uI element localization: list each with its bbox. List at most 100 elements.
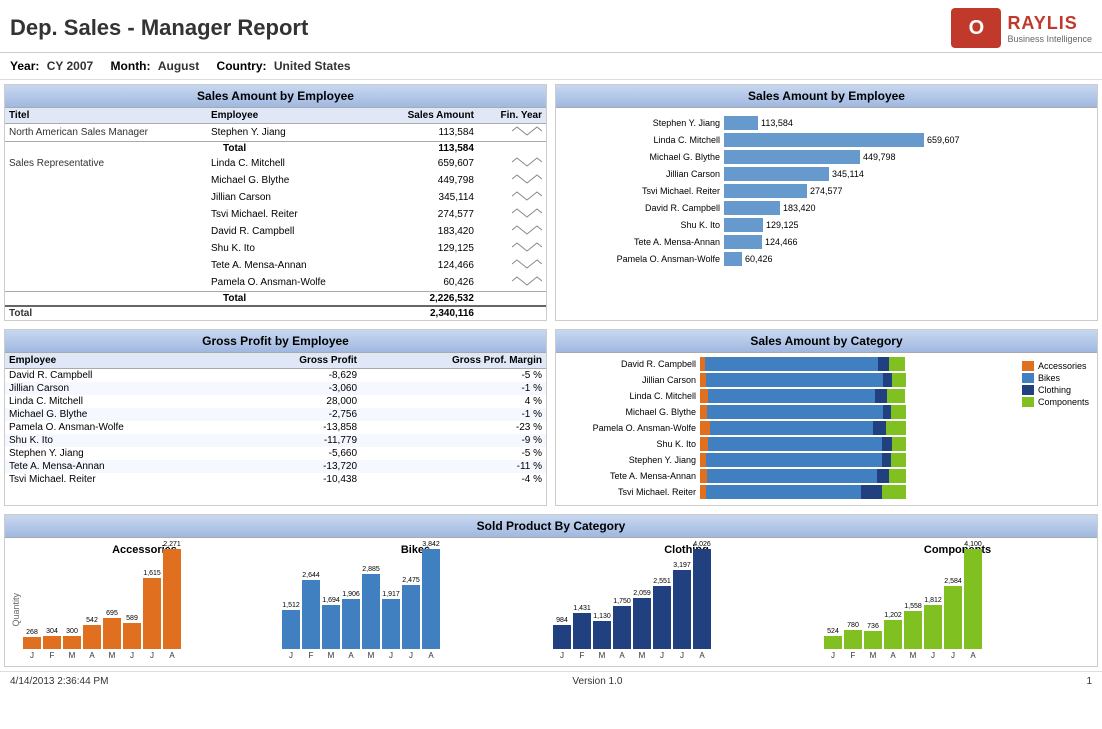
vert-bar-value: 2,584 (944, 578, 962, 585)
vert-bar-group: 2,475 J (402, 577, 420, 660)
cat-bar-row: Michael G. Blythe (560, 405, 1018, 419)
bar-label: Stephen Y. Jiang (564, 118, 724, 128)
cat-bar-label: Shu K. Ito (560, 439, 700, 449)
sold-by-category-section: Sold Product By Category Accessories Qua… (4, 514, 1098, 667)
legend-color (1022, 373, 1034, 383)
gp-cell-margin: -1 % (361, 408, 546, 421)
vert-bar-group: 736 M (864, 623, 882, 660)
vert-bar-value: 984 (556, 617, 568, 624)
vert-bar-label: A (699, 651, 704, 660)
gp-col-margin: Gross Prof. Margin (361, 353, 546, 369)
bar-chart-vert: 1,512 J 2,644 F 1,694 M 1,906 A (282, 560, 440, 660)
year-value: CY 2007 (47, 59, 93, 73)
cat-bar-row: David R. Campbell (560, 357, 1018, 371)
vert-bar-label: F (309, 651, 314, 660)
components-seg (892, 373, 906, 387)
vert-bar (573, 613, 591, 649)
bar-value: 113,584 (761, 118, 793, 128)
vert-bar-label: M (599, 651, 606, 660)
cell-titel (5, 223, 207, 240)
vert-bar-value: 3,842 (422, 541, 440, 548)
vert-bar-label: J (680, 651, 684, 660)
vert-bar-label: M (109, 651, 116, 660)
gp-cell-profit: -13,858 (237, 421, 361, 434)
legend-item: Accessories (1022, 361, 1089, 371)
vert-bar-label: A (169, 651, 174, 660)
vert-bar-label: J (289, 651, 293, 660)
vert-bar-label: J (150, 651, 154, 660)
vert-bar-label: A (619, 651, 624, 660)
vert-bar-label: J (560, 651, 564, 660)
vert-bar (904, 611, 922, 649)
sales-employee-chart-header: Sales Amount by Employee (556, 85, 1097, 108)
vert-bar-value: 1,202 (884, 612, 902, 619)
vert-bar (163, 549, 181, 649)
bar-container: 124,466 (724, 235, 1089, 249)
gp-cell-employee: Tsvi Michael. Reiter (5, 473, 237, 486)
components-seg (889, 469, 906, 483)
table-row: North American Sales Manager Stephen Y. … (5, 124, 546, 142)
vert-bar-group: 2,644 F (302, 572, 320, 660)
cell-titel: Sales Representative (5, 155, 207, 172)
table-row: Sales Representative Linda C. Mitchell 6… (5, 155, 546, 172)
legend-label: Bikes (1038, 373, 1060, 383)
cat-bar-label: Michael G. Blythe (560, 407, 700, 417)
sold-chart-title: Components (824, 544, 1091, 556)
table-row: Linda C. Mitchell 28,000 4 % (5, 395, 546, 408)
cell-wave (478, 292, 546, 307)
cat-bar-label: Pamela O. Ansman-Wolfe (560, 423, 700, 433)
gp-cell-profit: -3,060 (237, 382, 361, 395)
bikes-seg (706, 485, 861, 499)
cell-wave (478, 206, 546, 223)
vert-bar-label: J (30, 651, 34, 660)
cell-titel (5, 257, 207, 274)
vert-bar-group: 984 J (553, 617, 571, 660)
vert-bar-group: 780 F (844, 622, 862, 660)
vert-bar-label: F (580, 651, 585, 660)
cell-sales: 129,125 (376, 240, 478, 257)
gp-cell-employee: Michael G. Blythe (5, 408, 237, 421)
cell-sales: 659,607 (376, 155, 478, 172)
vert-bar-group: 1,906 A (342, 591, 360, 660)
cat-bar-label: David R. Campbell (560, 359, 700, 369)
vert-bar-group: 1,615 J (143, 570, 161, 660)
bar-chart-vert: 524 J 780 F 736 M 1,202 A (824, 560, 982, 660)
vert-bar (103, 618, 121, 649)
cell-sales: 274,577 (376, 206, 478, 223)
table-row: Michael G. Blythe -2,756 -1 % (5, 408, 546, 421)
vert-bar (633, 598, 651, 649)
cat-bar-row: Tete A. Mensa-Annan (560, 469, 1018, 483)
gross-profit-header: Gross Profit by Employee (5, 330, 546, 353)
cell-titel: Total (5, 306, 207, 320)
vert-bar (362, 574, 380, 649)
cell-wave (478, 155, 546, 172)
chart-with-yaxis: 524 J 780 F 736 M 1,202 A (824, 560, 1091, 660)
vert-bar (342, 599, 360, 649)
vert-bar (402, 585, 420, 649)
vert-bar-value: 4,100 (964, 541, 982, 548)
vert-bar-group: 3,842 A (422, 541, 440, 660)
accessories-seg (700, 405, 707, 419)
cell-employee: Pamela O. Ansman-Wolfe (207, 274, 376, 292)
cell-employee: Stephen Y. Jiang (207, 124, 376, 142)
legend-color (1022, 385, 1034, 395)
vert-bar-group: 1,512 J (282, 602, 300, 660)
vert-bar-value: 1,812 (924, 597, 942, 604)
bar-label: Tsvi Michael. Reiter (564, 186, 724, 196)
bar-chart-vert: 984 J 1,431 F 1,130 M 1,750 A (553, 560, 711, 660)
cat-bar-segments (700, 357, 905, 371)
mid-sections: Gross Profit by Employee Employee Gross … (0, 325, 1102, 510)
gp-cell-profit: -2,756 (237, 408, 361, 421)
gp-cell-profit: -13,720 (237, 460, 361, 473)
legend-item: Bikes (1022, 373, 1089, 383)
legend-label: Clothing (1038, 385, 1071, 395)
vert-bar (43, 636, 61, 649)
sold-chart-title: Clothing (553, 544, 820, 556)
bar-value: 274,577 (810, 186, 843, 196)
gp-cell-profit: -5,660 (237, 447, 361, 460)
vert-bar (864, 631, 882, 649)
table-row: Tete A. Mensa-Annan -13,720 -11 % (5, 460, 546, 473)
vert-bar-group: 2,885 M (362, 566, 380, 660)
table-row: Tete A. Mensa-Annan 124,466 (5, 257, 546, 274)
clothing-seg (873, 421, 886, 435)
